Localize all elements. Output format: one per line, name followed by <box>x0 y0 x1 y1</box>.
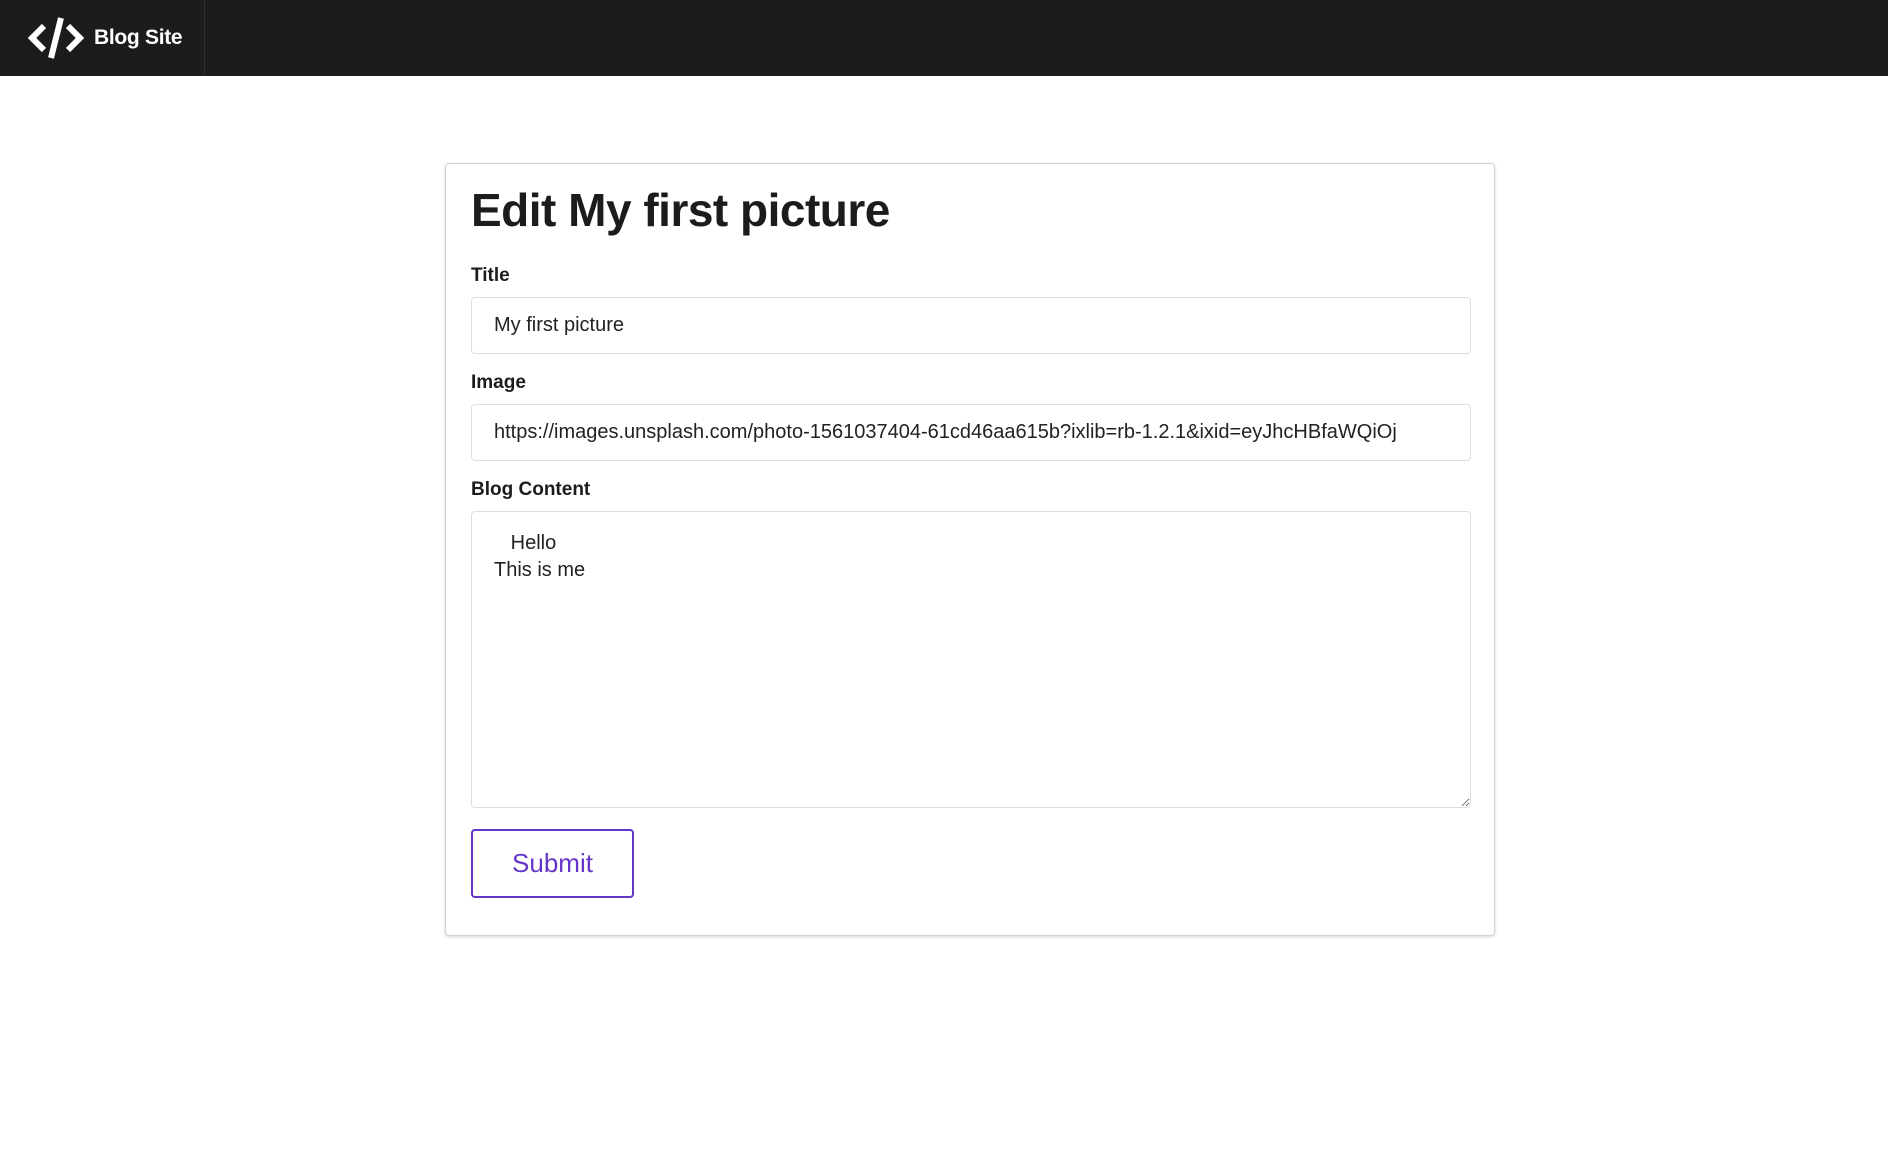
title-field: Title <box>471 264 1471 354</box>
title-label: Title <box>471 264 510 286</box>
brand-name: Blog Site <box>94 26 183 49</box>
brand-link[interactable]: Blog Site <box>0 0 206 76</box>
image-url-input[interactable] <box>471 403 1471 461</box>
edit-form-card: Edit My first picture Title Image Blog C… <box>445 163 1495 936</box>
submit-button[interactable]: Submit <box>471 828 634 898</box>
title-input[interactable] <box>471 296 1471 354</box>
code-icon <box>28 16 84 60</box>
blog-content-textarea[interactable]: Hello This is me <box>471 510 1471 808</box>
content-label: Blog Content <box>471 478 591 500</box>
image-label: Image <box>471 371 526 393</box>
content-field: Blog Content Hello This is me <box>471 478 1471 808</box>
top-navbar: Blog Site <box>0 0 1888 76</box>
page-title: Edit My first picture <box>471 184 890 236</box>
image-field: Image <box>471 371 1471 461</box>
